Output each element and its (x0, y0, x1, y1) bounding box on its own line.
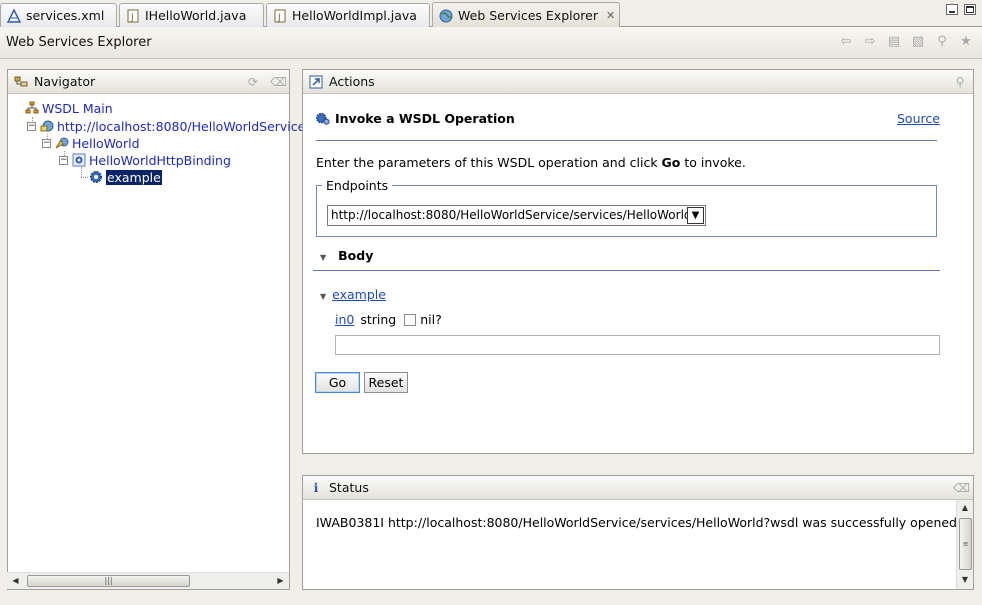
tab-services-xml[interactable]: services.xml (0, 3, 117, 27)
invoke-operation-icon (316, 112, 330, 126)
operation-heading: Invoke a WSDL Operation (316, 111, 515, 126)
tree-item-helloworld[interactable]: − HelloWorld (42, 135, 140, 151)
scroll-down-arrow-icon[interactable]: ▼ (957, 572, 973, 588)
tab-label: Web Services Explorer (458, 8, 598, 23)
operation-link[interactable]: example (332, 287, 386, 302)
maximize-pane-icon[interactable]: ⚲ (953, 75, 967, 89)
explorer-header: Web Services Explorer ⇦ ⇨ ▤ ▧ ⚲ ★ (0, 27, 982, 59)
globe-icon (439, 9, 453, 23)
minimize-button[interactable] (946, 4, 958, 15)
scroll-up-arrow-icon[interactable]: ▲ (957, 500, 973, 516)
collapse-toggle-icon[interactable]: − (42, 138, 51, 148)
expand-triangle-icon[interactable]: ▼ (320, 253, 326, 262)
tree-item-wsdl-main[interactable]: WSDL Main (25, 100, 113, 116)
uddi-page-icon[interactable]: ⚲ (934, 34, 950, 50)
instruction-text: Enter the parameters of this WSDL operat… (316, 155, 746, 170)
scroll-right-arrow-icon[interactable]: ▶ (272, 573, 289, 589)
status-panel: i Status ⌫ (302, 475, 974, 590)
xml-file-icon (7, 8, 21, 23)
service-icon (55, 136, 69, 150)
tree-item-wsdl-service[interactable]: − http://localhost:8080/HelloWorldServic… (27, 118, 305, 134)
panel-title: Navigator (34, 74, 96, 89)
collapse-toggle-icon[interactable]: − (59, 155, 68, 165)
tab-label: IHelloWorld.java (145, 8, 247, 23)
endpoints-label: Endpoints (322, 178, 393, 193)
forward-arrow-icon[interactable]: ⇨ (862, 34, 878, 50)
maximize-button[interactable] (964, 4, 976, 15)
divider (316, 140, 937, 141)
tree-item-example[interactable]: example (89, 169, 162, 185)
java-file-icon: J (273, 9, 287, 23)
panel-title: Actions (329, 74, 375, 89)
wsdl-main-icon (25, 101, 39, 115)
navigator-horizontal-scrollbar[interactable]: ◀ ||| ▶ (7, 572, 289, 589)
svg-text:J: J (277, 13, 281, 23)
refresh-icon[interactable]: ⟳ (246, 75, 260, 89)
parameter-row: in0 string nil? (335, 312, 442, 327)
divider (313, 270, 940, 271)
editor-tab-bar: services.xml J IHelloWorld.java J HelloW… (0, 0, 982, 28)
actions-arrow-icon (309, 75, 323, 89)
tab-label: HelloWorldImpl.java (292, 8, 417, 23)
scrollbar-thumb[interactable]: ≡ (959, 518, 972, 570)
body-label: Body (338, 248, 374, 263)
instruction-bold: Go (661, 155, 681, 170)
info-icon: i (313, 480, 319, 495)
go-button[interactable]: Go (315, 372, 360, 393)
tree-item-helloworldhttpbinding[interactable]: − HelloWorldHttpBinding (59, 152, 231, 168)
page-title: Web Services Explorer (6, 35, 152, 50)
document-icon[interactable]: ▤ (886, 34, 902, 50)
nil-label: nil? (420, 312, 442, 327)
clear-eraser-icon[interactable]: ⌫ (953, 481, 970, 495)
binding-icon (72, 153, 86, 167)
clear-eraser-icon[interactable]: ⌫ (270, 75, 287, 89)
instruction-prefix: Enter the parameters of this WSDL operat… (316, 155, 662, 170)
scroll-left-arrow-icon[interactable]: ◀ (7, 573, 24, 589)
operation-section: ▼ example (320, 287, 386, 302)
tree-item-label: WSDL Main (42, 100, 113, 116)
tab-helloworldimpl-java[interactable]: J HelloWorldImpl.java (266, 3, 430, 27)
wsdl-page-icon[interactable]: ▧ (910, 34, 926, 50)
favorites-star-icon[interactable]: ★ (958, 34, 974, 50)
source-link[interactable]: Source (897, 111, 940, 126)
tab-web-services-explorer[interactable]: Web Services Explorer ✕ (432, 2, 620, 28)
tree-item-label: http://localhost:8080/HelloWorldService (57, 118, 306, 134)
reset-button[interactable]: Reset (364, 372, 408, 393)
status-header: i Status (303, 476, 973, 500)
tree-item-label: HelloWorld (72, 135, 140, 151)
instruction-suffix: to invoke. (680, 155, 746, 170)
wsdl-service-icon (40, 119, 54, 133)
chevron-down-icon[interactable]: ▼ (687, 207, 704, 224)
tree-line (81, 167, 82, 177)
body-section-header[interactable]: ▼ Body (320, 248, 373, 263)
scrollbar-thumb[interactable]: ||| (27, 575, 190, 587)
tree-item-label: example (106, 169, 162, 185)
panel-title: Status (329, 480, 369, 495)
param-type: string (360, 312, 397, 327)
operation-gear-icon (89, 170, 103, 184)
tree-line (81, 177, 88, 178)
tree-item-label: HelloWorldHttpBinding (89, 152, 231, 168)
svg-text:J: J (130, 13, 134, 23)
status-message: IWAB0381I http://localhost:8080/HelloWor… (316, 515, 961, 530)
expand-triangle-icon[interactable]: ▼ (320, 292, 326, 301)
actions-header: Actions (303, 70, 973, 94)
status-vertical-scrollbar[interactable]: ▲ ≡ ▼ (956, 500, 973, 589)
param-value-input[interactable] (335, 335, 940, 355)
param-name-link[interactable]: in0 (335, 312, 354, 327)
endpoint-select[interactable]: http://localhost:8080/HelloWorldService/… (327, 205, 706, 226)
tab-label: services.xml (26, 8, 105, 23)
navigator-icon (14, 75, 28, 89)
endpoint-selected-value: http://localhost:8080/HelloWorldService/… (331, 208, 692, 222)
tab-ihelloworld-java[interactable]: J IHelloWorld.java (119, 3, 264, 27)
close-icon[interactable]: ✕ (606, 9, 615, 22)
back-arrow-icon[interactable]: ⇦ (838, 34, 854, 50)
java-file-icon: J (126, 9, 140, 23)
nil-checkbox[interactable] (404, 313, 417, 326)
actions-panel: Actions ⚲ (302, 69, 974, 454)
heading-text: Invoke a WSDL Operation (335, 111, 515, 126)
collapse-toggle-icon[interactable]: − (27, 121, 36, 131)
